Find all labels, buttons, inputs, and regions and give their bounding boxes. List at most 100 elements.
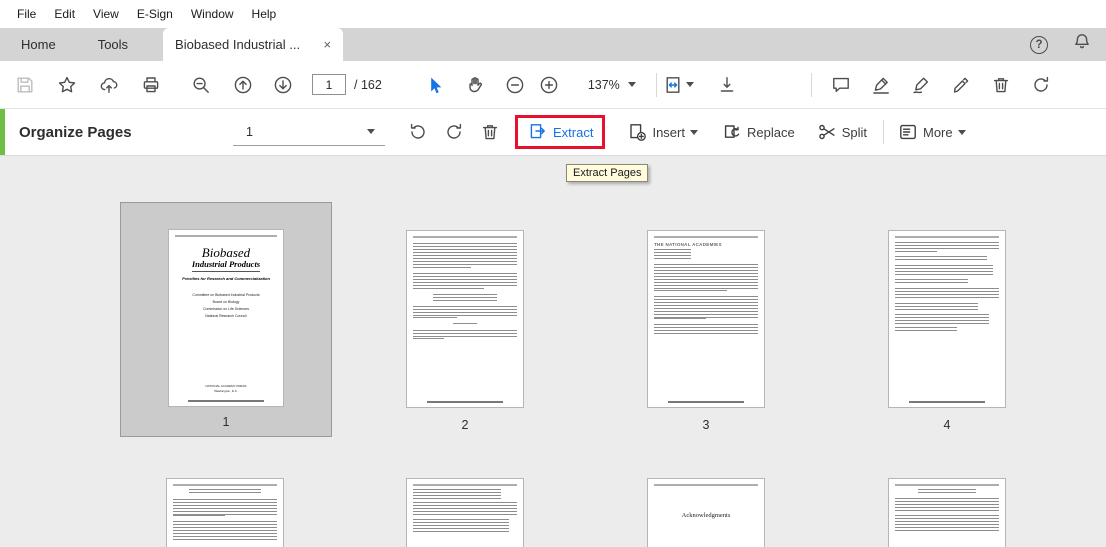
next-page-icon[interactable] [266,68,300,102]
highlight-icon[interactable] [864,68,898,102]
insert-button[interactable]: Insert [627,122,698,142]
page-thumbnail-7[interactable]: Acknowledgments [647,478,765,547]
search-zoom-icon[interactable] [184,68,218,102]
tab-home[interactable]: Home [0,28,77,61]
text-lines [895,236,999,238]
zoom-out-icon[interactable] [498,68,532,102]
organize-pages-toolbar: Organize Pages 1 Extract Insert Replace … [0,108,1106,156]
delete-page-icon[interactable] [475,117,505,147]
text-lines [175,235,277,237]
extract-button[interactable]: Extract [527,122,593,142]
page-thumbnail-3[interactable]: THE NATIONAL ACADEMIES [647,230,765,408]
text-lines [908,401,986,403]
page-number-input[interactable] [312,74,346,95]
select-tool-icon[interactable] [418,68,452,102]
page-thumbnail-4[interactable] [888,230,1006,408]
text-lines [188,400,264,402]
rotate-clockwise-icon[interactable] [439,117,469,147]
text-lines [173,515,225,517]
comment-icon[interactable] [824,68,858,102]
text-lines [895,288,999,300]
more-label: More [922,124,953,140]
page-thumbnail-1-selected[interactable]: Biobased Industrial Products Priorities … [120,202,332,437]
text-lines [895,314,989,324]
menu-view[interactable]: View [84,3,128,25]
text-lines [413,273,517,288]
print-icon[interactable] [134,68,168,102]
rotate-counterclockwise-icon[interactable] [403,117,433,147]
tab-bar: Home Tools Biobased Industrial ... × ? [0,28,1106,61]
page-thumbnail-8[interactable] [888,478,1006,547]
delete-pages-icon[interactable] [984,68,1018,102]
text-lines [654,324,758,334]
zoom-in-icon[interactable] [532,68,566,102]
notifications-bell-icon[interactable] [1072,32,1092,57]
help-icon[interactable]: ? [1030,35,1048,54]
cover-line: Washington, D.C. [214,389,238,393]
green-accent-bar [0,109,5,155]
page-total-label: / 162 [354,77,382,92]
text-lines [413,267,472,269]
menu-help[interactable]: Help [243,3,286,25]
page-fit-dropdown[interactable] [663,75,694,95]
text-lines [654,236,758,238]
text-lines [895,265,993,276]
cover-line: Board on Biology [212,300,240,304]
scissors-icon [818,124,835,140]
page-thumbnail-6[interactable] [406,478,524,547]
text-lines [895,498,999,512]
page-range-dropdown[interactable]: 1 [233,119,385,146]
more-options-icon [900,124,916,140]
page-thumbnail-1[interactable]: Biobased Industrial Products Priorities … [168,229,284,407]
toolbar-separator [811,72,812,97]
main-toolbar: / 162 137% [0,61,1106,108]
text-lines [188,489,262,495]
chevron-down-icon [689,129,698,135]
text-lines [895,251,937,253]
zoom-level-dropdown[interactable]: 137% [582,74,642,96]
organize-pages-title: Organize Pages [19,123,132,141]
tab-document-label: Biobased Industrial ... [175,37,301,52]
cover-committee-lines: Committee on Biobased Industrial Product… [175,292,277,320]
page-thumbnail-5[interactable] [166,478,284,547]
menu-esign[interactable]: E-Sign [128,3,182,25]
hand-tool-icon[interactable] [458,68,492,102]
star-favorite-icon[interactable] [50,68,84,102]
replace-button[interactable]: Replace [722,122,795,142]
page-scrolling-icon[interactable] [710,68,744,102]
text-lines [654,264,758,290]
page-number-label: 2 [461,418,469,432]
text-lines [413,338,445,340]
page-thumbnail-2[interactable] [406,230,524,408]
text-lines [413,317,457,319]
menu-file[interactable]: File [8,3,45,25]
previous-page-icon[interactable] [226,68,260,102]
annotation-tools-group [811,68,1058,102]
page3-heading: THE NATIONAL ACADEMIES [654,242,722,247]
request-esign-icon[interactable] [944,68,978,102]
toolbar-separator [655,72,657,97]
insert-label: Insert [652,124,685,140]
text-lines [173,499,277,515]
text-lines [895,242,999,251]
cover-subtitle: Priorities for Research and Commercializ… [182,276,270,281]
rotate-icon[interactable] [1024,68,1058,102]
tab-document[interactable]: Biobased Industrial ... × [163,28,344,61]
save-icon[interactable] [8,68,42,102]
text-lines [895,303,979,311]
more-button[interactable]: More [898,122,966,142]
insert-icon [630,124,647,141]
tab-tools[interactable]: Tools [77,28,149,61]
page7-heading: Acknowledgments [681,512,731,519]
menu-edit[interactable]: Edit [45,3,84,25]
text-lines [413,330,517,338]
chevron-down-icon [957,129,966,135]
split-button[interactable]: Split [817,122,867,142]
sign-icon[interactable] [904,68,938,102]
extract-icon [530,124,545,139]
zoom-level-value: 137% [587,77,620,92]
cloud-upload-icon[interactable] [92,68,126,102]
close-tab-icon[interactable]: × [323,37,331,52]
text-lines [654,318,706,320]
menu-window[interactable]: Window [182,3,243,25]
